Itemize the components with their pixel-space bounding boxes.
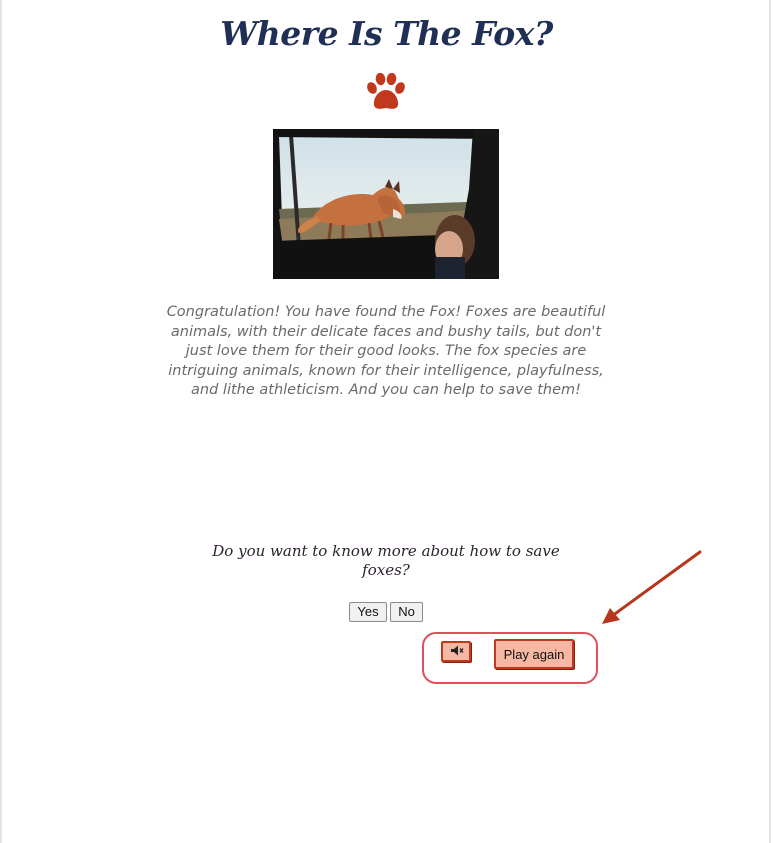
- no-button[interactable]: No: [390, 602, 423, 622]
- arrow-annotation: [602, 550, 702, 624]
- congratulation-message: Congratulation! You have found the Fox! …: [166, 304, 606, 398]
- play-again-button[interactable]: Play again: [494, 639, 574, 669]
- mute-button[interactable]: [441, 641, 471, 662]
- yes-button[interactable]: Yes: [349, 602, 387, 622]
- mute-speaker-icon: [451, 645, 464, 656]
- paw-icon: [367, 72, 405, 109]
- fox-photo: [273, 129, 499, 279]
- save-foxes-question: Do you want to know more about how to sa…: [212, 542, 560, 579]
- page-border-right: [769, 0, 771, 843]
- game-title: Where Is The Fox?: [220, 14, 553, 53]
- page-border-left: [0, 0, 2, 843]
